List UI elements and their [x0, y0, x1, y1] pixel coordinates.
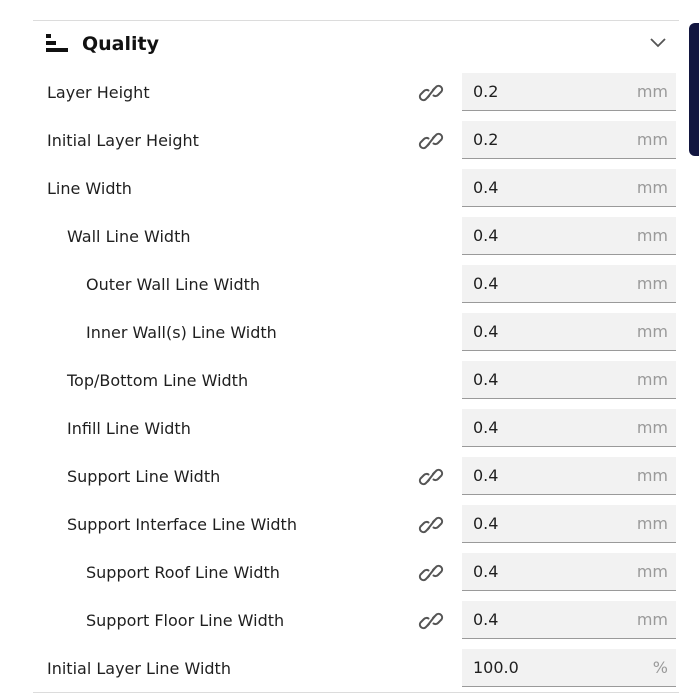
link-icon[interactable] — [418, 465, 444, 489]
setting-unit: mm — [636, 274, 668, 293]
setting-value-field[interactable]: 0.4 mm — [462, 553, 676, 591]
setting-value: 0.4 — [473, 322, 499, 341]
setting-row: Outer Wall Line Width 0.4 mm — [0, 265, 690, 305]
setting-unit: mm — [636, 514, 668, 533]
setting-label: Line Width — [47, 179, 132, 198]
setting-unit: mm — [636, 418, 668, 437]
setting-label: Initial Layer Line Width — [47, 659, 231, 678]
link-icon[interactable] — [418, 513, 444, 537]
setting-row: Initial Layer Line Width 100.0 % — [0, 649, 690, 689]
link-icon[interactable] — [418, 561, 444, 585]
setting-row: Line Width 0.4 mm — [0, 169, 690, 209]
scrollbar-handle[interactable] — [689, 23, 699, 156]
setting-unit: mm — [636, 178, 668, 197]
setting-label: Layer Height — [47, 83, 150, 102]
setting-row: Top/Bottom Line Width 0.4 mm — [0, 361, 690, 401]
setting-value: 0.2 — [473, 130, 499, 149]
setting-row: Initial Layer Height 0.2 mm — [0, 121, 690, 161]
setting-value-field[interactable]: 0.4 mm — [462, 169, 676, 207]
setting-value-field[interactable]: 0.4 mm — [462, 457, 676, 495]
setting-unit: mm — [636, 562, 668, 581]
link-icon[interactable] — [418, 81, 444, 105]
setting-label: Outer Wall Line Width — [86, 275, 261, 294]
setting-row: Support Floor Line Width 0.4 mm — [0, 601, 690, 641]
setting-value-field[interactable]: 0.4 mm — [462, 409, 676, 447]
setting-value: 0.4 — [473, 178, 499, 197]
setting-unit: mm — [636, 610, 668, 629]
setting-row: Inner Wall(s) Line Width 0.4 mm — [0, 313, 690, 353]
setting-label: Top/Bottom Line Width — [67, 371, 249, 390]
setting-value-field[interactable]: 0.2 mm — [462, 73, 676, 111]
setting-value: 100.0 — [473, 658, 519, 677]
link-icon[interactable] — [418, 609, 444, 633]
setting-label: Support Floor Line Width — [86, 611, 285, 630]
section-bottom-divider — [33, 692, 679, 693]
setting-value: 0.4 — [473, 562, 499, 581]
setting-row: Support Interface Line Width 0.4 mm — [0, 505, 690, 545]
quality-bars-icon — [46, 34, 68, 52]
setting-value-field[interactable]: 0.4 mm — [462, 505, 676, 543]
setting-unit: mm — [636, 130, 668, 149]
setting-label: Inner Wall(s) Line Width — [86, 323, 277, 342]
setting-unit: % — [652, 658, 668, 677]
setting-label: Wall Line Width — [67, 227, 191, 246]
section-title: Quality — [82, 33, 159, 55]
setting-unit: mm — [636, 82, 668, 101]
chevron-down-icon[interactable] — [649, 36, 667, 48]
setting-unit: mm — [636, 370, 668, 389]
setting-value-field[interactable]: 0.4 mm — [462, 313, 676, 351]
setting-value: 0.2 — [473, 82, 499, 101]
setting-unit: mm — [636, 322, 668, 341]
setting-value-field[interactable]: 0.4 mm — [462, 361, 676, 399]
setting-unit: mm — [636, 226, 668, 245]
setting-row: Layer Height 0.2 mm — [0, 73, 690, 113]
setting-value: 0.4 — [473, 610, 499, 629]
setting-label: Infill Line Width — [67, 419, 191, 438]
setting-value: 0.4 — [473, 418, 499, 437]
setting-value-field[interactable]: 100.0 % — [462, 649, 676, 687]
setting-value: 0.4 — [473, 514, 499, 533]
setting-value: 0.4 — [473, 274, 499, 293]
setting-label: Support Line Width — [67, 467, 221, 486]
setting-label: Support Interface Line Width — [67, 515, 297, 534]
setting-value-field[interactable]: 0.4 mm — [462, 217, 676, 255]
setting-label: Support Roof Line Width — [86, 563, 280, 582]
setting-value: 0.4 — [473, 370, 499, 389]
setting-row: Support Line Width 0.4 mm — [0, 457, 690, 497]
setting-unit: mm — [636, 466, 668, 485]
setting-value: 0.4 — [473, 466, 499, 485]
setting-label: Initial Layer Height — [47, 131, 199, 150]
link-icon[interactable] — [418, 129, 444, 153]
setting-row: Support Roof Line Width 0.4 mm — [0, 553, 690, 593]
setting-value-field[interactable]: 0.4 mm — [462, 601, 676, 639]
setting-value: 0.4 — [473, 226, 499, 245]
setting-row: Infill Line Width 0.4 mm — [0, 409, 690, 449]
setting-value-field[interactable]: 0.4 mm — [462, 265, 676, 303]
setting-row: Wall Line Width 0.4 mm — [0, 217, 690, 257]
setting-value-field[interactable]: 0.2 mm — [462, 121, 676, 159]
